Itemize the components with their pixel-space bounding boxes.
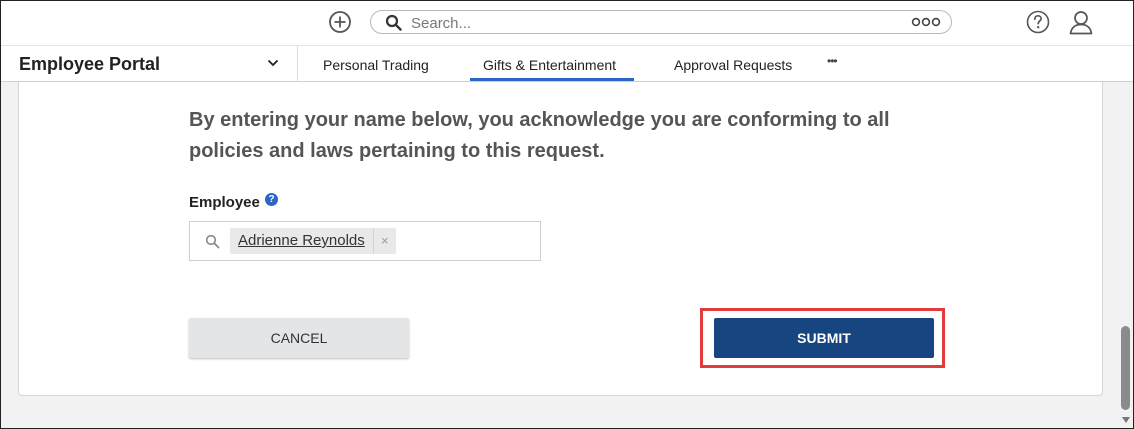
submit-button[interactable]: SUBMIT	[714, 318, 934, 358]
employee-lookup-field[interactable]: Adrienne Reynolds ×	[189, 221, 541, 261]
app-window: Employee Portal Personal Trading Gifts &…	[0, 0, 1134, 429]
search-icon	[385, 14, 402, 31]
tab-gifts-entertainment[interactable]: Gifts & Entertainment	[483, 57, 616, 73]
user-profile-icon[interactable]	[1068, 9, 1094, 35]
employee-label: Employee	[189, 194, 260, 211]
selected-employee-chip: Adrienne Reynolds ×	[230, 228, 396, 254]
acknowledgement-text: By entering your name below, you acknowl…	[189, 109, 890, 162]
tab-personal-trading[interactable]: Personal Trading	[323, 57, 429, 73]
nav-divider	[297, 46, 298, 82]
chevron-down-icon[interactable]	[267, 58, 279, 68]
more-dots-icon[interactable]	[911, 17, 941, 27]
portal-selector-label[interactable]: Employee Portal	[19, 54, 160, 75]
plus-circle-icon[interactable]	[328, 10, 352, 34]
remove-chip-icon[interactable]: ×	[374, 228, 396, 248]
scrollbar-thumb[interactable]	[1121, 326, 1130, 410]
cancel-button[interactable]: CANCEL	[189, 318, 409, 358]
search-icon	[205, 234, 220, 249]
selected-employee-name[interactable]: Adrienne Reynolds	[230, 228, 374, 254]
global-search	[370, 10, 952, 34]
more-tabs-button[interactable]: •••	[827, 54, 838, 68]
top-bar	[1, 1, 1133, 45]
help-icon[interactable]	[1026, 10, 1050, 34]
vertical-scrollbar[interactable]	[1118, 82, 1133, 428]
search-input[interactable]	[409, 13, 893, 33]
scroll-down-arrow-icon[interactable]	[1122, 417, 1130, 423]
question-circle-icon[interactable]: ?	[265, 193, 278, 206]
submission-card: By entering your name below, you acknowl…	[18, 82, 1103, 396]
tab-approval-requests[interactable]: Approval Requests	[674, 57, 792, 73]
active-tab-indicator	[470, 78, 634, 81]
portal-nav-bar: Employee Portal Personal Trading Gifts &…	[1, 45, 1133, 82]
